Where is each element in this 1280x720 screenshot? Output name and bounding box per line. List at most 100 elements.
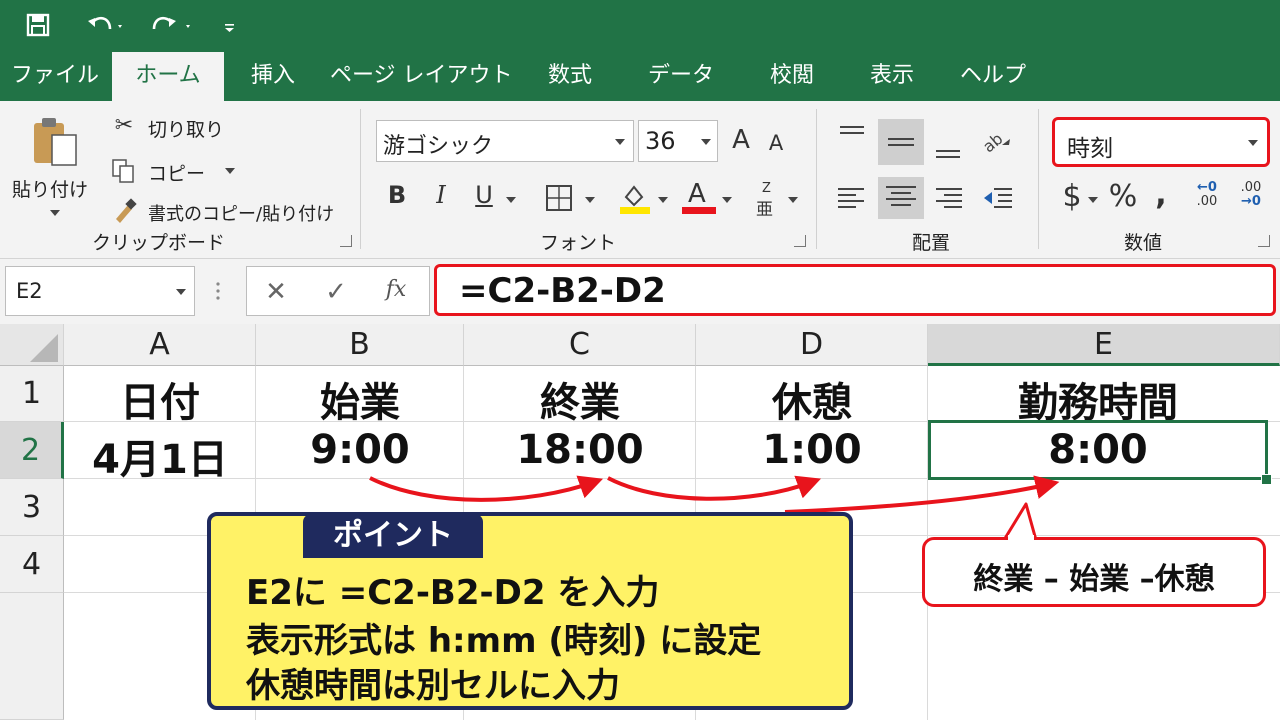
chevron-down-icon <box>701 139 711 145</box>
borders-dropdown-icon[interactable] <box>585 197 595 203</box>
shrink-font-icon[interactable]: A <box>764 131 788 159</box>
cancel-icon[interactable]: ✕ <box>261 277 291 307</box>
clipboard-launcher-icon[interactable] <box>340 235 352 247</box>
ribbon-tabs: ファイル ホーム 挿入 ページ レイアウト 数式 データ 校閲 表示 ヘルプ <box>0 50 1280 101</box>
tab-page-layout[interactable]: ページ レイアウト <box>330 50 513 101</box>
cell-b2[interactable]: 9:00 <box>256 427 464 473</box>
cell-c1[interactable]: 終業 <box>464 370 696 428</box>
point-line-2: 表示形式は h:mm (時刻) に設定 <box>246 621 762 661</box>
orientation-icon[interactable]: ab <box>978 123 1014 157</box>
row-header-3[interactable]: 3 <box>0 479 64 536</box>
cell-a1[interactable]: 日付 <box>64 370 256 428</box>
phonetic-guide-icon[interactable]: Z 亜 <box>756 181 780 220</box>
currency-button[interactable]: $ <box>1060 179 1084 215</box>
point-line-3: 休憩時間は別セルに入力 <box>246 666 620 706</box>
grow-font-icon[interactable]: A <box>728 125 754 159</box>
scissors-icon[interactable]: ✂ <box>110 113 138 141</box>
font-size-select[interactable]: 36 <box>638 120 718 162</box>
fill-color-dropdown-icon[interactable] <box>658 197 668 203</box>
column-header-c[interactable]: C <box>464 324 696 366</box>
column-header-d[interactable]: D <box>696 324 928 366</box>
decrease-indent-icon[interactable] <box>980 181 1016 217</box>
decrease-decimal-button[interactable]: .00 →0 <box>1234 181 1268 215</box>
ribbon: 貼り付け ✂ 切り取り コピー 書式のコピー/貼り付け クリップボード 游ゴシッ… <box>0 101 1280 259</box>
undo-icon[interactable] <box>86 9 126 41</box>
font-color-icon[interactable]: A <box>682 179 716 215</box>
cell-a2[interactable]: 4月1日 <box>64 427 256 485</box>
align-center-icon[interactable] <box>878 177 924 219</box>
cell-b1[interactable]: 始業 <box>256 370 464 428</box>
underline-button[interactable]: U <box>470 181 498 215</box>
row-header-2[interactable]: 2 <box>0 422 64 479</box>
column-header-e[interactable]: E <box>928 324 1280 366</box>
paste-dropdown-icon[interactable] <box>50 210 60 216</box>
tab-view[interactable]: 表示 <box>852 50 932 101</box>
name-box-value: E2 <box>16 279 43 303</box>
svg-text:ab: ab <box>979 129 1007 156</box>
tab-data[interactable]: データ <box>634 50 728 101</box>
column-header-b[interactable]: B <box>256 324 464 366</box>
note-callout-pointer-mask <box>1008 535 1034 541</box>
alignment-group-label: 配置 <box>912 232 951 254</box>
formula-value: =C2-B2-D2 <box>459 271 666 311</box>
number-group-label: 数値 <box>1124 232 1163 254</box>
currency-dropdown-icon[interactable] <box>1088 197 1098 203</box>
percent-button[interactable]: % <box>1106 179 1140 215</box>
column-header-a[interactable]: A <box>64 324 256 366</box>
group-divider <box>1038 109 1039 249</box>
cell-c2[interactable]: 18:00 <box>464 427 696 473</box>
middle-align-icon[interactable] <box>878 119 924 165</box>
number-format-select[interactable]: 時刻 <box>1052 117 1270 167</box>
font-name-select[interactable]: 游ゴシック <box>376 120 634 162</box>
borders-icon[interactable] <box>544 183 574 213</box>
fill-color-icon[interactable] <box>618 181 652 215</box>
group-divider <box>360 109 361 249</box>
tab-help[interactable]: ヘルプ <box>950 50 1036 101</box>
fill-handle[interactable] <box>1261 474 1272 485</box>
cell-e2: 8:00 <box>1048 427 1148 473</box>
underline-dropdown-icon[interactable] <box>506 197 516 203</box>
paste-icon[interactable] <box>30 115 80 169</box>
row-header-5[interactable] <box>0 593 64 720</box>
font-launcher-icon[interactable] <box>794 235 806 247</box>
formula-input[interactable]: =C2-B2-D2 <box>434 264 1276 316</box>
phonetic-dropdown-icon[interactable] <box>788 197 798 203</box>
copy-dropdown-icon[interactable] <box>225 168 235 174</box>
row-header-1[interactable]: 1 <box>0 366 64 422</box>
formula-note-callout: 終業 – 始業 –休憩 <box>922 537 1266 607</box>
cell-d2[interactable]: 1:00 <box>696 427 928 473</box>
format-painter-button[interactable]: 書式のコピー/貼り付け <box>148 200 334 226</box>
copy-button[interactable]: コピー <box>148 159 205 186</box>
tab-insert[interactable]: 挿入 <box>236 50 310 101</box>
tab-file[interactable]: ファイル <box>10 50 100 101</box>
comma-style-button[interactable]: , <box>1152 177 1170 213</box>
redo-icon[interactable] <box>148 9 196 41</box>
save-icon[interactable] <box>26 9 50 41</box>
cell-d1[interactable]: 休憩 <box>696 370 928 428</box>
name-box[interactable]: E2 <box>5 266 195 316</box>
insert-function-icon[interactable]: fx <box>381 277 411 307</box>
bottom-align-icon[interactable] <box>930 131 966 165</box>
formula-note-text: 終業 – 始業 –休憩 <box>973 562 1215 597</box>
format-painter-icon[interactable] <box>110 197 138 225</box>
increase-decimal-button[interactable]: ←0 .00 <box>1190 181 1224 215</box>
tab-review[interactable]: 校閲 <box>752 50 832 101</box>
italic-button[interactable]: I <box>428 181 454 215</box>
copy-icon[interactable] <box>110 157 138 185</box>
bold-button[interactable]: B <box>384 181 410 215</box>
customize-icon[interactable] <box>222 9 238 41</box>
selected-cell-e2[interactable]: 8:00 <box>928 420 1268 480</box>
select-all-button[interactable] <box>0 324 64 366</box>
tab-home[interactable]: ホーム <box>112 52 224 101</box>
align-right-icon[interactable] <box>932 181 968 217</box>
cut-button[interactable]: 切り取り <box>148 115 224 142</box>
number-launcher-icon[interactable] <box>1258 235 1270 247</box>
enter-icon[interactable]: ✓ <box>321 277 351 307</box>
tab-formulas[interactable]: 数式 <box>534 50 606 101</box>
font-color-dropdown-icon[interactable] <box>722 197 732 203</box>
top-align-icon[interactable] <box>834 119 870 153</box>
formula-buttons: ✕ ✓ fx <box>246 266 430 316</box>
align-left-icon[interactable] <box>834 181 870 217</box>
row-header-4[interactable]: 4 <box>0 536 64 593</box>
paste-button[interactable]: 貼り付け <box>12 175 88 202</box>
